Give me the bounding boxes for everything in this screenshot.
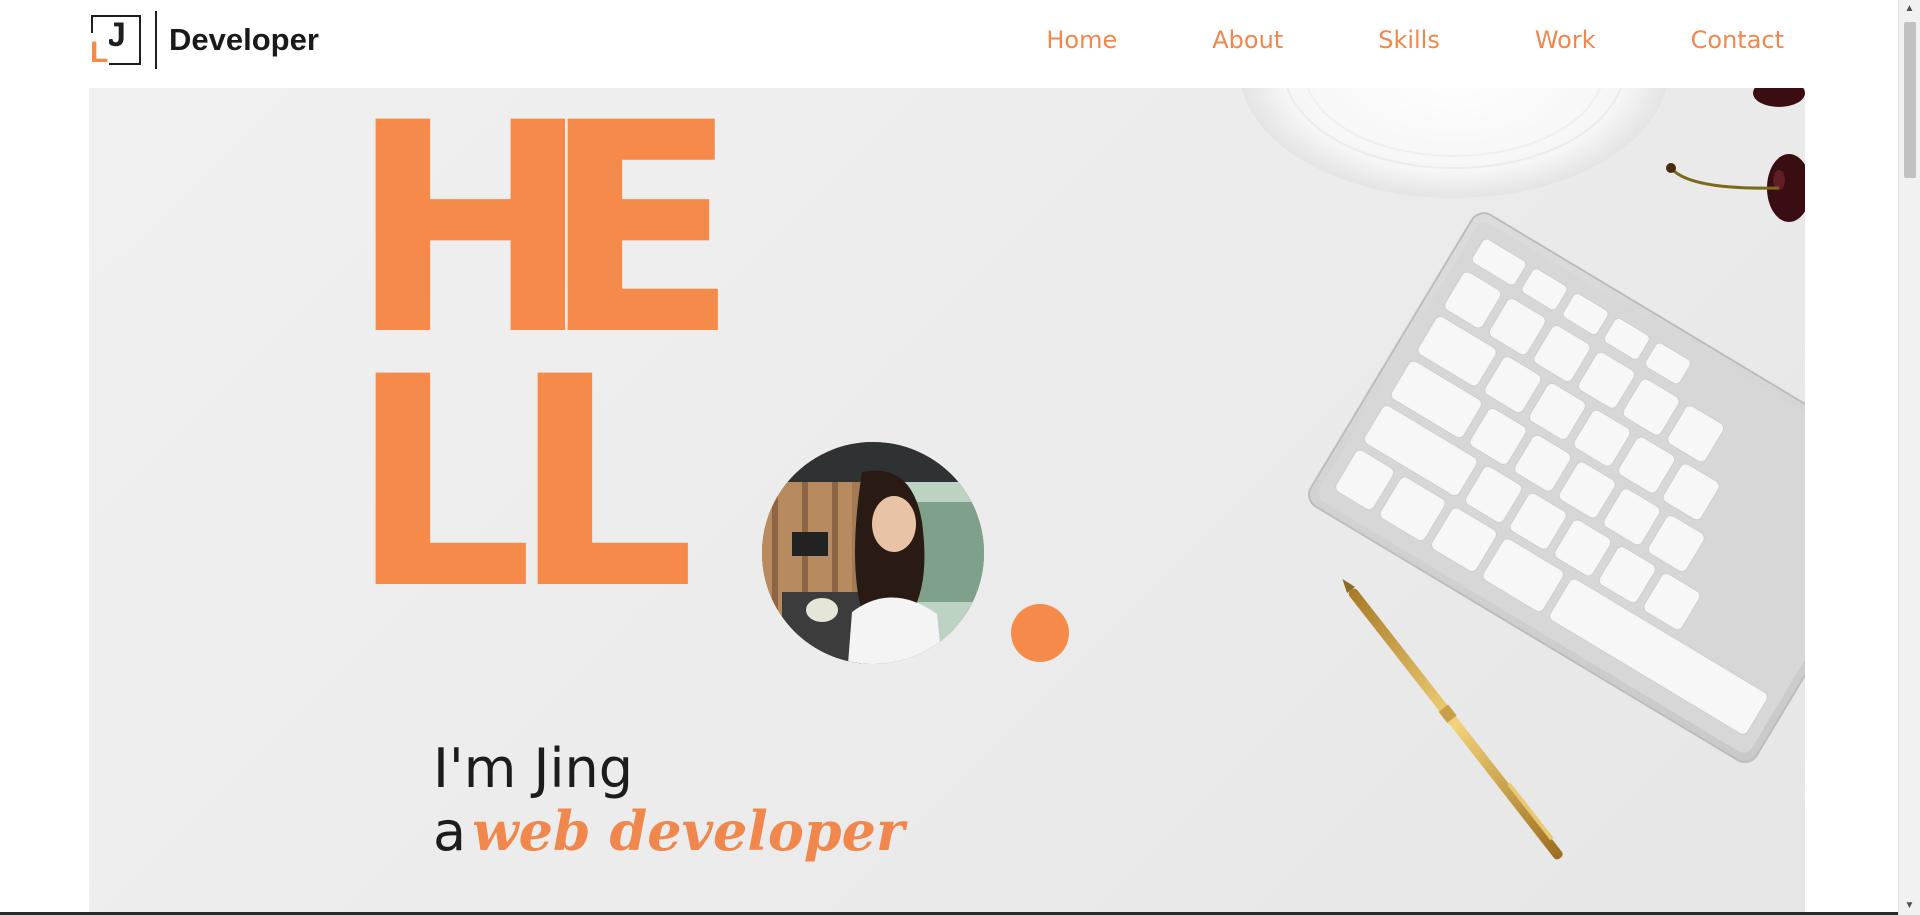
- brand-logo[interactable]: J L Developer: [89, 10, 319, 73]
- nav-link-about[interactable]: About: [1212, 26, 1283, 54]
- role-line: a web developer: [433, 800, 904, 863]
- logo-letter-j: J: [107, 16, 126, 54]
- profile-photo: [762, 442, 984, 664]
- nav-link-skills[interactable]: Skills: [1378, 26, 1440, 54]
- nav-link-work[interactable]: Work: [1535, 26, 1596, 54]
- scroll-down-arrow-icon[interactable]: ▼: [1899, 897, 1920, 915]
- logo-divider: [155, 11, 157, 69]
- page-scrollbar[interactable]: ▲ ▼: [1898, 0, 1920, 915]
- logo-letter-l: L: [89, 33, 110, 73]
- hello-letter-l1: L: [349, 316, 534, 653]
- cherries-graphic: [1666, 88, 1805, 222]
- role-prefix: a: [433, 800, 467, 863]
- greeting-line: I'm Jing: [433, 737, 633, 800]
- brand-name: Developer: [169, 22, 319, 57]
- hello-letter-l2: L: [511, 316, 696, 653]
- scrollbar-thumb[interactable]: [1904, 22, 1916, 178]
- intro-text: I'm Jing a web developer: [433, 738, 904, 863]
- hero-section: H E L L I'm Jing a web developer: [89, 88, 1805, 915]
- hello-dot: [1011, 604, 1069, 662]
- logo-mark-icon: J L: [89, 11, 147, 73]
- page: J L Developer Home About Skills Work Con…: [0, 0, 1920, 915]
- site-header: J L Developer Home About Skills Work Con…: [0, 0, 1898, 88]
- nav-link-contact[interactable]: Contact: [1691, 26, 1784, 54]
- main-nav: Home About Skills Work Contact: [951, 26, 1784, 54]
- profile-photo-illustration: [762, 442, 984, 664]
- role-highlight: web developer: [472, 799, 905, 863]
- plate-graphic: [1241, 88, 1667, 198]
- keyboard-graphic: [1308, 212, 1805, 764]
- scroll-up-arrow-icon[interactable]: ▲: [1899, 0, 1920, 18]
- nav-link-home[interactable]: Home: [1046, 26, 1117, 54]
